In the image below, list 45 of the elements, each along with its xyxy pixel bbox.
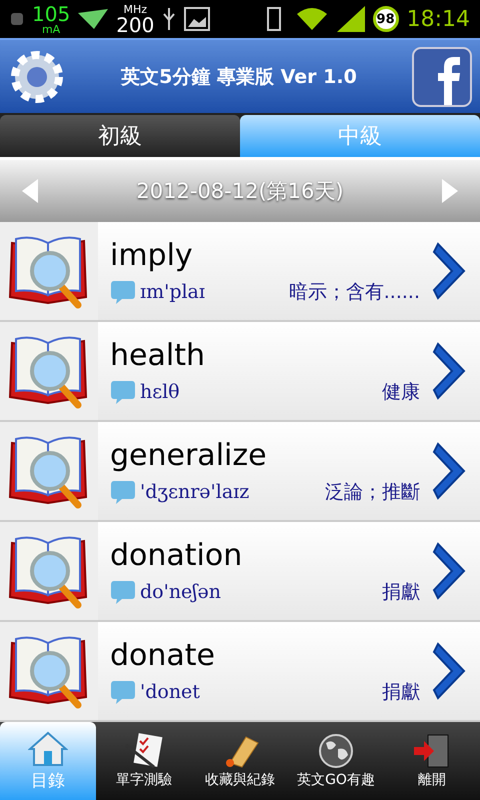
meaning-text: 暗示；含有...... (288, 280, 420, 304)
word-row[interactable]: donation do'neʃən 捐獻 (0, 522, 480, 622)
word-row[interactable]: health hɛlθ 健康 (0, 322, 480, 422)
frequency-unit: MHz (124, 4, 148, 14)
meaning-text: 捐獻 (382, 680, 420, 704)
word-text: generalize (110, 438, 268, 472)
globe-icon (316, 733, 356, 769)
word-text: health (110, 338, 206, 372)
chevron-right-icon[interactable] (432, 340, 468, 402)
frequency-reading: 200 (116, 14, 154, 34)
phonetic-text: 'dʒɛnrə'laɪz (140, 480, 250, 502)
meaning-text: 泛論；推斷 (325, 480, 420, 504)
wifi-icon (294, 6, 329, 32)
phonetic-text: ɪm'plaɪ (140, 280, 205, 302)
battery-level: 98 (372, 6, 399, 32)
word-text: donate (110, 638, 216, 672)
word-row[interactable]: generalize 'dʒɛnrə'laɪz 泛論；推斷 (0, 422, 480, 522)
nav-tab[interactable]: 離開 (384, 722, 480, 800)
chevron-right-icon[interactable] (432, 540, 468, 602)
clock: 18:14 (406, 6, 470, 32)
app-title: 英文5分鐘 專業版 Ver 1.0 (121, 64, 357, 90)
chevron-right-icon[interactable] (432, 240, 468, 302)
meaning-text: 健康 (382, 380, 420, 404)
word-text: donation (110, 538, 244, 572)
phonetic-text: 'donet (140, 680, 200, 702)
nav-tab[interactable]: 英文GO有趣 (288, 722, 384, 800)
chevron-right-icon[interactable] (432, 440, 468, 502)
current-unit: mA (42, 24, 60, 34)
phonetic-text: hɛlθ (140, 380, 180, 402)
house-icon (28, 730, 68, 766)
meaning-text: 捐獻 (382, 580, 420, 604)
facebook-icon[interactable] (412, 46, 472, 106)
date-label: 2012-08-12(第16天) (136, 178, 344, 205)
word-text: imply (110, 238, 194, 272)
nav-tab[interactable]: 單字測驗 (96, 722, 192, 800)
word-row[interactable]: imply ɪm'plaɪ 暗示；含有...... (0, 222, 480, 322)
chevron-right-icon[interactable] (432, 640, 468, 702)
nav-tab[interactable]: 收藏與紀錄 (192, 722, 288, 800)
image-icon (184, 7, 210, 31)
phonetic-text: do'neʃən (140, 580, 221, 602)
level-tab[interactable]: 初級 (0, 115, 240, 157)
signal-icon (336, 6, 365, 32)
current-reading: 105 (32, 4, 70, 24)
word-row[interactable]: donate 'donet 捐獻 (0, 622, 480, 722)
usb-icon (162, 8, 176, 30)
